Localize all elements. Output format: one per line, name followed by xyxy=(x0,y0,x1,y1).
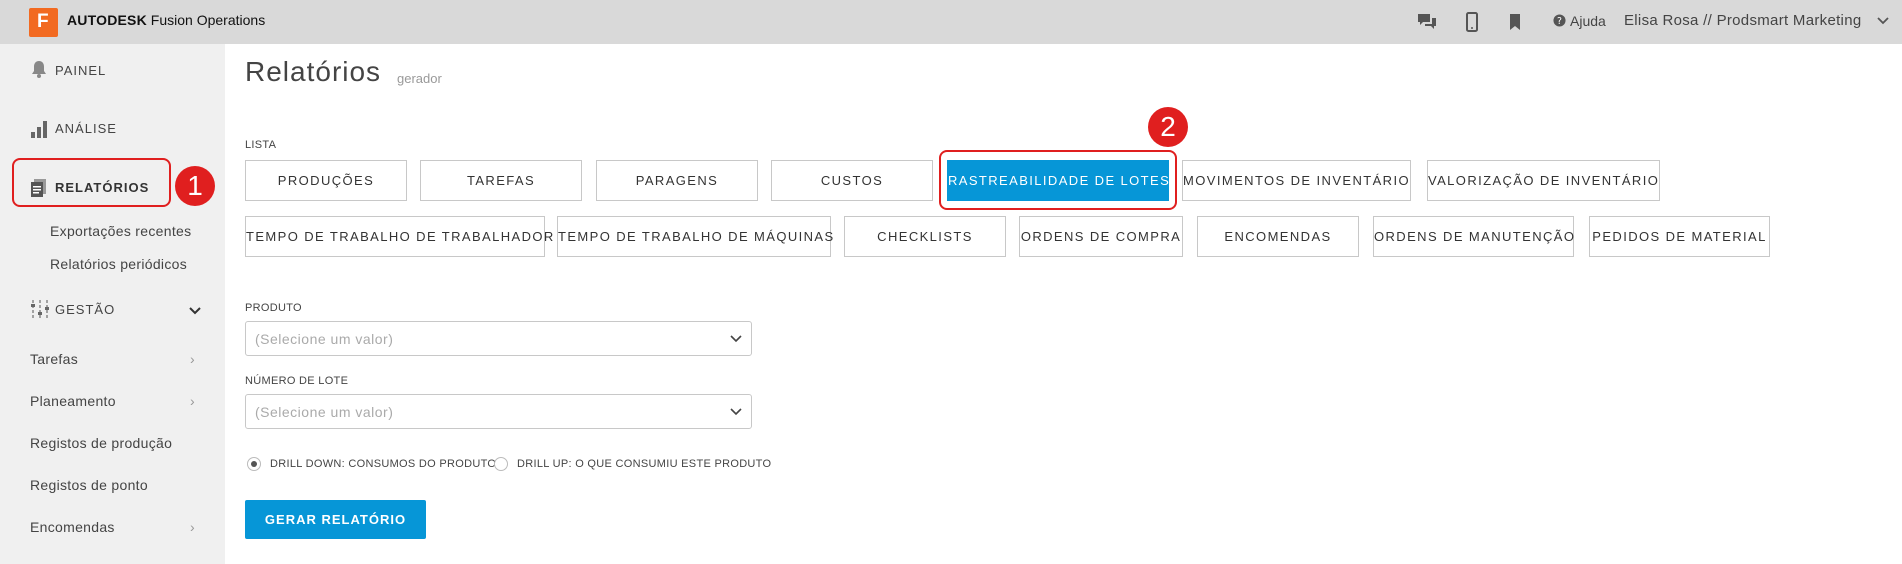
lote-placeholder: (Selecione um valor) xyxy=(255,404,394,420)
tile-paragens[interactable]: PARAGENS xyxy=(596,160,758,201)
tile-valorizacao-inventario[interactable]: VALORIZAÇÃO DE INVENTÁRIO xyxy=(1427,160,1660,201)
page-subtitle: gerador xyxy=(397,71,442,86)
brand-name: AUTODESK Fusion Operations xyxy=(67,12,266,28)
annotation-badge-2: 2 xyxy=(1148,107,1188,147)
sidebar-item-painel[interactable]: PAINEL xyxy=(55,63,106,78)
chevron-down-icon[interactable] xyxy=(189,306,201,316)
chevron-down-icon[interactable] xyxy=(1876,14,1890,28)
generate-report-button[interactable]: GERAR RELATÓRIO xyxy=(245,500,426,539)
tile-custos[interactable]: CUSTOS xyxy=(771,160,933,201)
sliders-icon xyxy=(31,300,49,320)
annotation-box-2 xyxy=(939,150,1177,210)
bar-chart-icon xyxy=(31,121,47,138)
sidebar-item-encomendas[interactable]: Encomendas xyxy=(30,519,115,535)
sidebar-item-analise[interactable]: ANÁLISE xyxy=(55,121,117,136)
sidebar-item-tarefas[interactable]: Tarefas xyxy=(30,351,78,367)
user-menu[interactable]: Elisa Rosa // Prodsmart Marketing xyxy=(1624,12,1861,29)
lote-select[interactable]: (Selecione um valor) xyxy=(245,394,752,429)
help-icon[interactable]: ? xyxy=(1553,14,1566,27)
top-bar: F AUTODESK Fusion Operations ? Ajuda Eli… xyxy=(0,0,1902,44)
annotation-box-1 xyxy=(12,158,171,207)
radio-drill-up[interactable] xyxy=(494,457,508,471)
annotation-badge-1: 1 xyxy=(175,166,215,206)
tile-tempo-trabalhador[interactable]: TEMPO DE TRABALHO DE TRABALHADOR xyxy=(245,216,553,257)
radio-drill-down[interactable] xyxy=(247,457,261,471)
sidebar-item-gestao[interactable]: GESTÃO xyxy=(55,302,115,317)
sidebar-item-registos-ponto[interactable]: Registos de ponto xyxy=(30,477,148,493)
sidebar-item-registos-producao[interactable]: Registos de produção xyxy=(30,435,172,451)
lote-label: NÚMERO DE LOTE xyxy=(245,375,349,387)
tile-ordens-compra[interactable]: ORDENS DE COMPRA xyxy=(1019,216,1183,257)
tile-movimentos-inventario[interactable]: MOVIMENTOS DE INVENTÁRIO xyxy=(1182,160,1411,201)
bookmark-icon[interactable] xyxy=(1503,10,1527,34)
page-title: Relatórios xyxy=(245,56,382,87)
produto-label: PRODUTO xyxy=(245,302,302,314)
chevron-right-icon: › xyxy=(190,351,195,367)
sidebar: PAINEL ANÁLISE RELATÓRIOS Exportações re… xyxy=(0,44,225,564)
tile-pedidos-material[interactable]: PEDIDOS DE MATERIAL xyxy=(1589,216,1770,257)
tile-checklists[interactable]: CHECKLISTS xyxy=(844,216,1006,257)
sidebar-item-periodicos[interactable]: Relatórios periódicos xyxy=(50,256,187,272)
list-label: LISTA xyxy=(245,139,277,151)
help-link[interactable]: Ajuda xyxy=(1570,13,1606,29)
chat-icon[interactable] xyxy=(1415,10,1439,34)
produto-select[interactable]: (Selecione um valor) xyxy=(245,321,752,356)
bell-icon xyxy=(32,61,46,78)
chevron-down-icon xyxy=(730,335,742,343)
svg-text:?: ? xyxy=(1557,16,1562,27)
tile-tempo-maquinas[interactable]: TEMPO DE TRABALHO DE MÁQUINAS xyxy=(557,216,833,257)
radio-drill-up-label[interactable]: DRILL UP: O QUE CONSUMIU ESTE PRODUTO xyxy=(517,458,771,470)
mobile-icon[interactable] xyxy=(1460,10,1484,34)
tile-ordens-manutencao[interactable]: ORDENS DE MANUTENÇÃO xyxy=(1373,216,1574,257)
tile-producoes[interactable]: PRODUÇÕES xyxy=(245,160,407,201)
chevron-down-icon xyxy=(730,408,742,416)
sidebar-item-exportacoes[interactable]: Exportações recentes xyxy=(50,223,191,239)
tile-tarefas[interactable]: TAREFAS xyxy=(420,160,582,201)
produto-placeholder: (Selecione um valor) xyxy=(255,331,394,347)
tile-encomendas[interactable]: ENCOMENDAS xyxy=(1197,216,1359,257)
sidebar-item-planeamento[interactable]: Planeamento xyxy=(30,393,116,409)
chevron-right-icon: › xyxy=(190,519,195,535)
radio-drill-down-label[interactable]: DRILL DOWN: CONSUMOS DO PRODUTO xyxy=(270,458,496,470)
chevron-right-icon: › xyxy=(190,393,195,409)
fusion-logo[interactable]: F xyxy=(29,8,58,37)
